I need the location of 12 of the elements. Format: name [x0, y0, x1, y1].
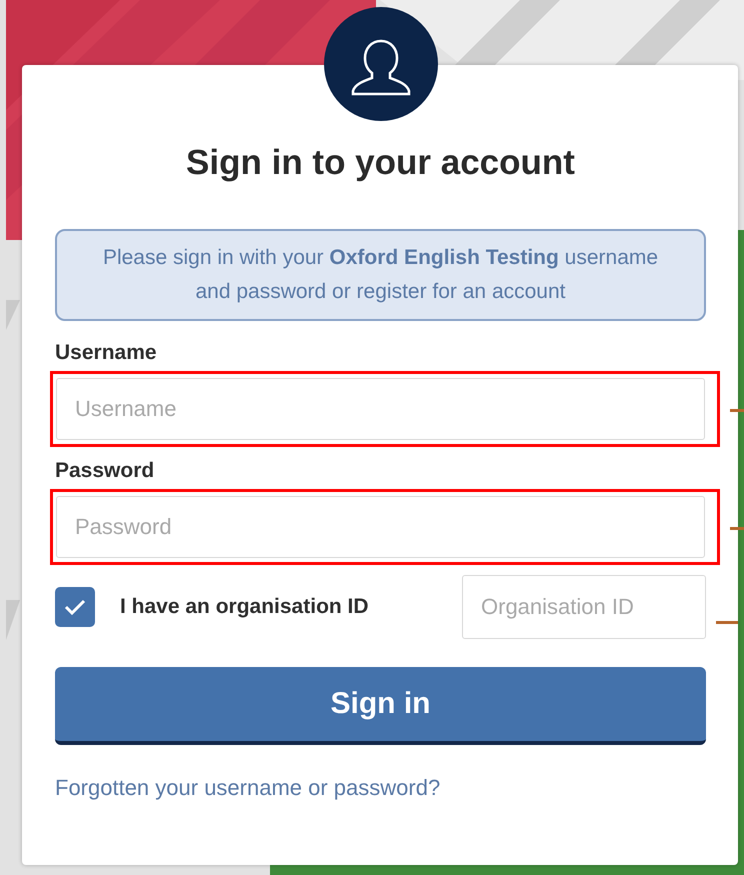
page-title: Sign in to your account	[185, 143, 576, 183]
input-field[interactable]: Username	[56, 378, 705, 440]
checkbox[interactable]	[55, 587, 95, 627]
input-field[interactable]: Password	[56, 496, 705, 558]
checkbox-label: I have an organisation ID	[120, 595, 370, 619]
field-label: Password	[55, 459, 154, 483]
field-label: Username	[55, 341, 157, 365]
check-icon	[64, 599, 86, 615]
forgot-link[interactable]: Forgotten your username or password?	[55, 775, 440, 801]
sign-in-button[interactable]: Sign in	[55, 667, 706, 745]
info-message: Please sign in with your Oxford English Testing username and password or register for an account	[55, 229, 706, 321]
input-field[interactable]: Organisation ID	[462, 575, 706, 639]
